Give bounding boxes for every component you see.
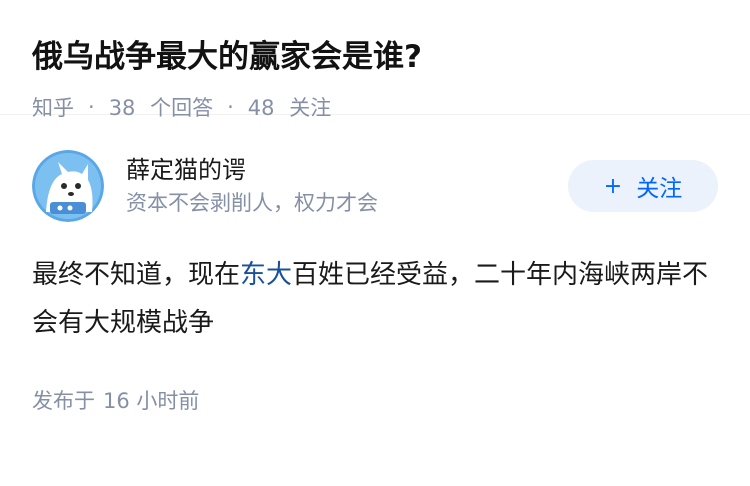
answer-count-number: 38 (108, 96, 136, 120)
author-avatar[interactable] (32, 150, 104, 222)
separator-dot: · (88, 95, 95, 119)
cartoon-cat-avatar-icon (32, 150, 104, 222)
author-bio: 资本不会剥削人，权力才会 (126, 191, 378, 215)
follower-count-number: 48 (247, 96, 275, 120)
question-title[interactable]: 俄乌战争最大的赢家会是谁? (32, 36, 718, 78)
follower-count-label: 关注 (289, 96, 332, 120)
answer-card: 薛定猫的谔 资本不会剥削人，权力才会 + 关注 最终不知道，现在东大百姓已经受益… (0, 115, 750, 415)
plus-icon: + (603, 173, 623, 199)
answer-content[interactable]: 最终不知道，现在东大百姓已经受益，二十年内海峡两岸不会有大规模战争 (32, 251, 718, 347)
author-info: 薛定猫的谔 资本不会剥削人，权力才会 (126, 154, 568, 218)
answer-count-label: 个回答 (150, 96, 214, 120)
topic-link[interactable]: 东大 (240, 260, 292, 290)
separator-dot: · (227, 95, 234, 119)
publish-time-value: 16 小时前 (103, 389, 200, 413)
publish-prefix: 发布于 (32, 389, 95, 413)
follow-button[interactable]: + 关注 (568, 160, 718, 212)
publish-time: 发布于 16 小时前 (32, 385, 718, 415)
author-row: 薛定猫的谔 资本不会剥削人，权力才会 + 关注 (32, 149, 718, 223)
answer-text-before: 最终不知道，现在 (32, 260, 241, 290)
question-header: 俄乌战争最大的赢家会是谁? 知乎 · 38 个回答 · 48 关注 (0, 0, 750, 120)
follower-count: 48 关注 (248, 92, 331, 122)
source-label[interactable]: 知乎 (32, 92, 74, 122)
author-name[interactable]: 薛定猫的谔 (126, 154, 568, 186)
follow-button-label: 关注 (636, 176, 683, 202)
answer-count[interactable]: 38 个回答 (109, 92, 213, 122)
